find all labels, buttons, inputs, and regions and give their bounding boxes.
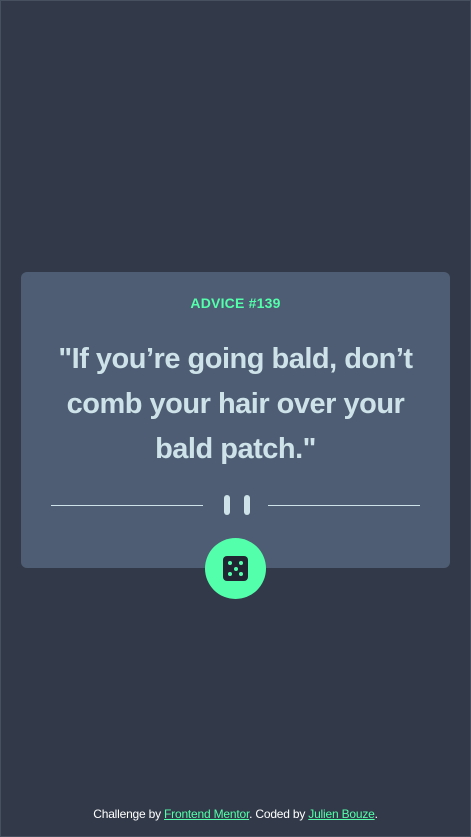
attribution: Challenge by Frontend Mentor. Coded by J…: [1, 807, 470, 821]
advice-card: ADVICE #139 "If you’re going bald, don’t…: [21, 272, 450, 568]
divider-line-right: [268, 505, 420, 506]
attribution-prefix: Challenge by: [93, 807, 165, 821]
attribution-suffix: .: [374, 807, 378, 821]
advice-quote: "If you’re going bald, don’t comb your h…: [58, 343, 413, 465]
divider-line-left: [51, 505, 203, 506]
pattern-divider: [51, 495, 420, 515]
generate-advice-button[interactable]: [205, 538, 266, 599]
frontend-mentor-link[interactable]: Frontend Mentor: [164, 807, 249, 821]
author-link[interactable]: Julien Bouze: [308, 807, 375, 821]
pause-icon: [224, 495, 250, 515]
dice-icon: [223, 556, 248, 581]
advice-number: ADVICE #139: [190, 295, 281, 311]
attribution-coded-by: . Coded by: [249, 807, 309, 821]
